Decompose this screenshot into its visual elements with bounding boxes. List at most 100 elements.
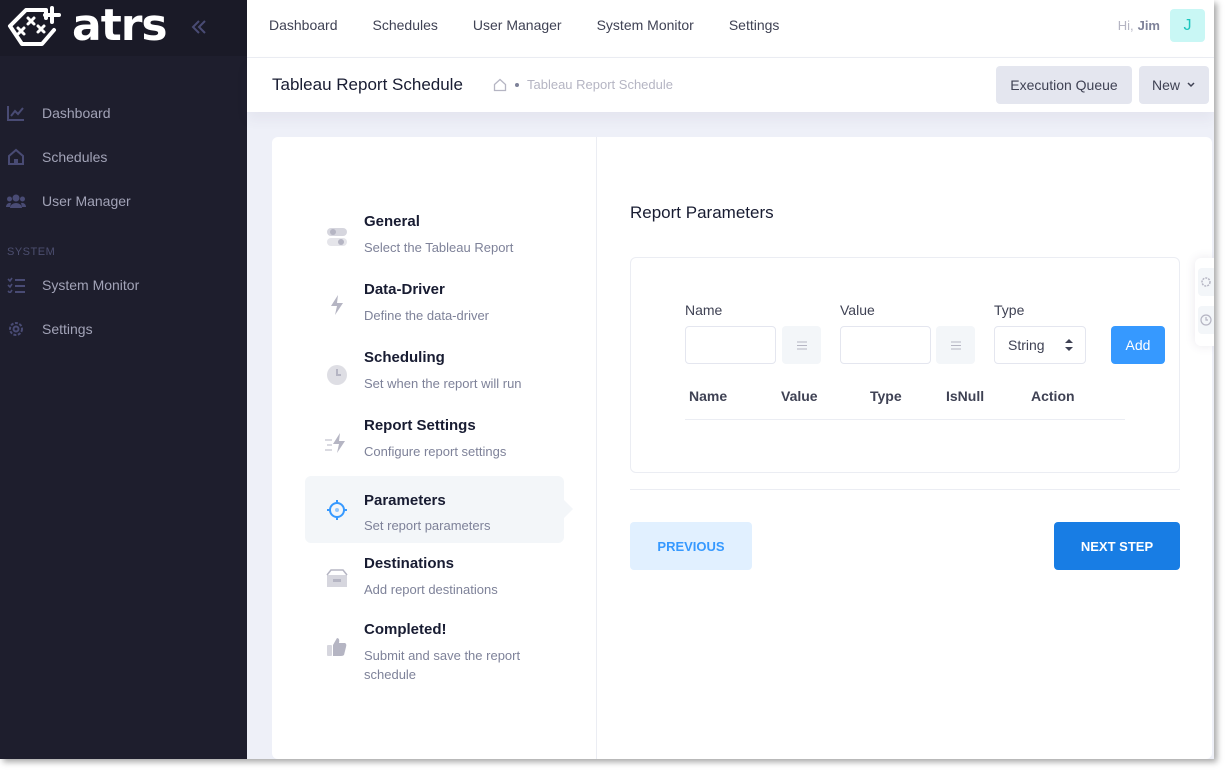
gear-icon xyxy=(6,319,26,339)
top-nav-settings[interactable]: Settings xyxy=(729,17,780,33)
step-title: Parameters xyxy=(364,492,446,509)
gear-icon xyxy=(1201,277,1211,287)
step-title: Scheduling xyxy=(364,349,445,366)
wizard-step-general[interactable]: General Select the Tableau Report xyxy=(305,207,564,267)
breadcrumb: Tableau Report Schedule xyxy=(493,77,673,92)
quick-tools-panel xyxy=(1195,258,1214,346)
step-title: Destinations xyxy=(364,555,455,572)
lines-icon xyxy=(796,341,807,349)
sidebar-item-dashboard[interactable]: Dashboard xyxy=(0,91,247,135)
wizard-step-parameters[interactable]: Parameters Set report parameters xyxy=(305,476,573,543)
column-header-action: Action xyxy=(1031,388,1075,404)
type-select-value: String xyxy=(1008,337,1045,353)
top-nav-schedules[interactable]: Schedules xyxy=(373,17,438,33)
sidebar-item-system-monitor[interactable]: System Monitor xyxy=(0,263,247,307)
clock-icon xyxy=(323,361,351,389)
column-header-type: Type xyxy=(870,388,902,404)
sidebar-item-label: User Manager xyxy=(42,193,131,209)
wizard-steps: General Select the Tableau Report Data-D… xyxy=(272,137,597,759)
wizard-step-destinations[interactable]: Destinations Add report destinations xyxy=(305,549,564,609)
avatar[interactable]: J xyxy=(1170,9,1205,42)
sidebar-collapse-button[interactable] xyxy=(188,16,210,38)
column-header-isnull: IsNull xyxy=(946,388,985,404)
step-title: Report Settings xyxy=(364,417,476,434)
lines-icon xyxy=(950,341,961,349)
step-description: Add report destinations xyxy=(364,582,498,597)
app-window: atrs Dashboard Schedules User Manager SY… xyxy=(0,0,1214,759)
type-field-label: Type xyxy=(994,302,1025,318)
step-description: Submit and save the report schedule xyxy=(364,648,521,682)
sidebar-item-label: Dashboard xyxy=(42,105,111,121)
step-title: Data-Driver xyxy=(364,281,445,298)
sidebar-item-user-manager[interactable]: User Manager xyxy=(0,179,247,223)
top-header: Dashboard Schedules User Manager System … xyxy=(247,0,1214,58)
type-select[interactable]: String xyxy=(994,326,1086,364)
breadcrumb-item[interactable]: Tableau Report Schedule xyxy=(527,77,673,92)
step-title: Completed! xyxy=(364,621,447,638)
user-name: Jim xyxy=(1137,18,1160,33)
step-description: Set report parameters xyxy=(364,518,491,533)
parameter-form: Name Value Type String Add Name Value Ty… xyxy=(630,257,1180,473)
step-description: Configure report settings xyxy=(364,444,507,459)
quick-settings-button[interactable] xyxy=(1198,268,1214,296)
name-field-label: Name xyxy=(685,302,723,318)
step-description: Set when the report will run xyxy=(364,376,522,391)
logo-text: atrs xyxy=(72,0,168,51)
value-input[interactable] xyxy=(840,326,931,364)
sort-arrows-icon xyxy=(1065,339,1073,351)
subheader: Tableau Report Schedule Tableau Report S… xyxy=(247,58,1214,112)
value-options-button[interactable] xyxy=(936,326,975,364)
thumbs-up-icon xyxy=(323,633,351,661)
app-logo[interactable]: atrs xyxy=(6,0,168,51)
users-icon xyxy=(6,191,26,211)
top-nav-user-manager[interactable]: User Manager xyxy=(473,17,562,33)
user-greeting: Hi, xyxy=(1117,18,1134,33)
chart-line-icon xyxy=(6,103,26,123)
toggle-icon xyxy=(323,223,351,251)
fast-lightning-icon xyxy=(323,429,351,457)
inbox-icon xyxy=(323,564,351,592)
next-step-button[interactable]: NEXT STEP xyxy=(1054,522,1180,570)
page-title: Tableau Report Schedule xyxy=(272,75,463,94)
sidebar-item-label: Schedules xyxy=(42,149,108,165)
wizard-step-report-settings[interactable]: Report Settings Configure report setting… xyxy=(305,411,564,471)
lightning-icon xyxy=(323,291,351,319)
chevron-down-icon xyxy=(1187,82,1195,88)
user-menu[interactable]: Hi, Jim J xyxy=(1118,9,1205,42)
section-heading: Report Parameters xyxy=(630,203,774,222)
wizard-step-data-driver[interactable]: Data-Driver Define the data-driver xyxy=(305,275,564,335)
top-nav: Dashboard Schedules User Manager System … xyxy=(269,0,814,50)
clock-icon xyxy=(1200,314,1212,326)
column-header-name: Name xyxy=(689,388,728,404)
previous-button[interactable]: PREVIOUS xyxy=(630,522,752,570)
breadcrumb-separator xyxy=(515,82,519,87)
execution-queue-button[interactable]: Execution Queue xyxy=(996,66,1132,104)
top-nav-system-monitor[interactable]: System Monitor xyxy=(597,17,694,33)
column-header-value: Value xyxy=(781,388,818,404)
wizard-step-completed[interactable]: Completed! Submit and save the report sc… xyxy=(305,615,564,685)
sidebar-nav: Dashboard Schedules User Manager SYSTEM xyxy=(0,56,247,351)
wizard-step-scheduling[interactable]: Scheduling Set when the report will run xyxy=(305,343,564,403)
target-icon xyxy=(323,496,351,524)
name-input[interactable] xyxy=(685,326,776,364)
step-description: Select the Tableau Report xyxy=(364,240,514,255)
quick-help-button[interactable] xyxy=(1198,306,1214,334)
sidebar-section-label: SYSTEM xyxy=(7,246,56,258)
new-button-label: New xyxy=(1151,77,1180,93)
sidebar-item-schedules[interactable]: Schedules xyxy=(0,135,247,179)
logo-mark-icon xyxy=(8,6,61,46)
add-parameter-button[interactable]: Add xyxy=(1111,326,1165,364)
sidebar: atrs Dashboard Schedules User Manager SY… xyxy=(0,0,247,759)
parameters-table-header: Name Value Type IsNull Action xyxy=(685,378,1125,420)
sidebar-item-label: System Monitor xyxy=(42,277,140,293)
name-options-button[interactable] xyxy=(782,326,821,364)
home-icon[interactable] xyxy=(493,78,507,92)
wizard-card: General Select the Tableau Report Data-D… xyxy=(272,137,1212,759)
new-dropdown-button[interactable]: New xyxy=(1139,66,1209,104)
brand-bar: atrs xyxy=(0,0,247,56)
sidebar-item-settings[interactable]: Settings xyxy=(0,307,247,351)
top-nav-dashboard[interactable]: Dashboard xyxy=(269,17,338,33)
list-check-icon xyxy=(6,275,26,295)
step-description: Define the data-driver xyxy=(364,308,490,323)
double-chevron-left-icon xyxy=(191,20,206,34)
